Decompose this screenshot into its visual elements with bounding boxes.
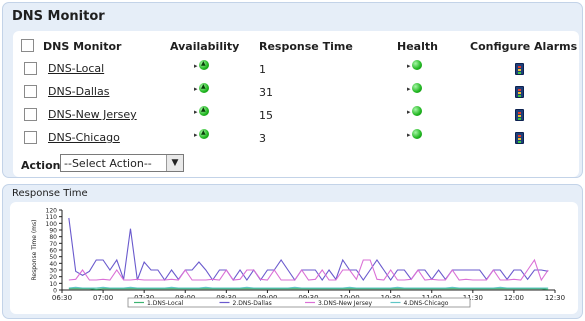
alarm-config-icon-dns-local[interactable] <box>515 63 524 75</box>
row-checkbox-dns-dallas[interactable] <box>24 85 37 98</box>
y-tick-label: 110 <box>46 214 58 221</box>
y-tick-label: 120 <box>46 208 58 215</box>
y-tick-label: 80 <box>49 234 57 241</box>
health-icon-dns-dallas[interactable]: ▸ <box>407 83 423 95</box>
availability-icon-dns-new-jersey[interactable]: ▸ <box>194 106 210 118</box>
y-tick-label: 60 <box>49 248 57 255</box>
x-tick-label: 12:00 <box>504 294 524 302</box>
y-tick-label: 10 <box>49 281 57 288</box>
y-tick-label: 100 <box>46 221 58 228</box>
column-header-configure-alarms[interactable]: Configure Alarms <box>470 40 577 53</box>
response-time-dns-chicago: 3 <box>259 132 266 145</box>
monitor-table: DNS Monitor Availability Response Time H… <box>13 31 579 177</box>
chevron-down-icon[interactable]: ▼ <box>166 155 183 171</box>
legend-label-1: 1.DNS-Local <box>147 300 184 307</box>
column-header-name[interactable]: DNS Monitor <box>43 40 121 53</box>
legend-label-2: 2.DNS-Dallas <box>233 300 272 307</box>
chart-svg: 010203040506070809010011012006:3007:0007… <box>31 208 565 310</box>
y-tick-label: 30 <box>49 268 57 275</box>
response-time-dns-dallas: 31 <box>259 86 273 99</box>
response-time-dns-new-jersey: 15 <box>259 109 273 122</box>
alarm-config-icon-dns-dallas[interactable] <box>515 86 524 98</box>
response-time-chart: 010203040506070809010011012006:3007:0007… <box>10 202 578 314</box>
row-checkbox-dns-new-jersey[interactable] <box>24 108 37 121</box>
y-tick-label: 90 <box>49 228 57 235</box>
monitor-link-dns-local[interactable]: DNS-Local <box>48 62 104 75</box>
row-checkbox-dns-local[interactable] <box>24 62 37 75</box>
alarm-config-icon-dns-new-jersey[interactable] <box>515 109 524 121</box>
availability-icon-dns-dallas[interactable]: ▸ <box>194 83 210 95</box>
monitor-link-dns-dallas[interactable]: DNS-Dallas <box>48 85 109 98</box>
series-line-1 <box>68 288 549 290</box>
action-select[interactable]: --Select Action-- ▼ <box>60 154 184 172</box>
y-tick-label: 40 <box>49 261 57 268</box>
y-tick-label: 70 <box>49 241 57 248</box>
monitor-link-dns-new-jersey[interactable]: DNS-New Jersey <box>48 108 137 121</box>
series-line-4 <box>68 286 549 289</box>
response-time-panel: Response Time 0 10 20 30 40 50 60 70 80 90 100 110 1… <box>2 184 583 319</box>
legend-label-4: 4.DNS-Chicago <box>404 300 449 307</box>
select-all-checkbox[interactable] <box>21 39 34 52</box>
x-tick-label: 06:30 <box>52 294 72 302</box>
series-line-2 <box>68 217 549 281</box>
chart-panel-title: Response Time <box>12 188 88 199</box>
availability-icon-dns-chicago[interactable]: ▸ <box>194 129 210 141</box>
row-checkbox-dns-chicago[interactable] <box>24 131 37 144</box>
column-header-availability[interactable]: Availability <box>170 40 239 53</box>
y-axis-label: Response Time (ms) <box>31 220 38 281</box>
dns-monitor-panel: DNS Monitor DNS Monitor Availability Res… <box>2 2 583 178</box>
legend-label-3: 3.DNS-New Jersey <box>318 300 373 307</box>
action-select-value: --Select Action-- <box>64 157 152 170</box>
alarm-config-icon-dns-chicago[interactable] <box>515 132 524 144</box>
column-header-response-time[interactable]: Response Time <box>259 40 353 53</box>
y-tick-label: 50 <box>49 254 57 261</box>
x-tick-label: 07:00 <box>93 294 113 302</box>
x-tick-label: 12:30 <box>545 294 565 302</box>
response-time-dns-local: 1 <box>259 63 266 76</box>
monitor-link-dns-chicago[interactable]: DNS-Chicago <box>48 131 120 144</box>
health-icon-dns-chicago[interactable]: ▸ <box>407 129 423 141</box>
panel-title: DNS Monitor <box>12 9 105 24</box>
health-icon-dns-local[interactable]: ▸ <box>407 60 423 72</box>
y-tick-label: 20 <box>49 274 57 281</box>
column-header-health[interactable]: Health <box>397 40 438 53</box>
availability-icon-dns-local[interactable]: ▸ <box>194 60 210 72</box>
action-label: Action <box>21 159 61 172</box>
health-icon-dns-new-jersey[interactable]: ▸ <box>407 106 423 118</box>
